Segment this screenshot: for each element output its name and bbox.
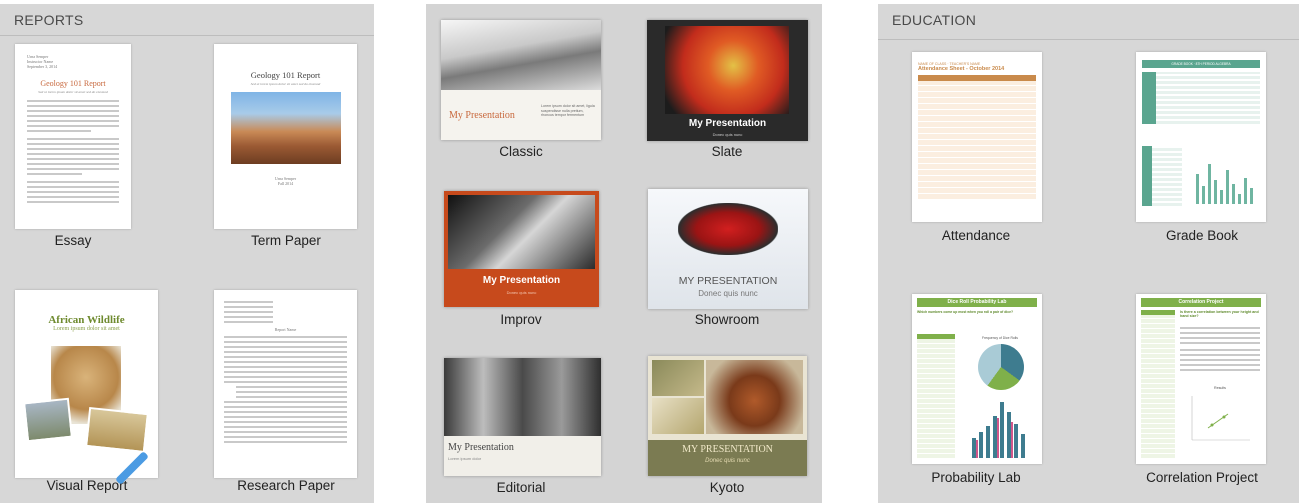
- research-paper-heading: Report Name: [274, 327, 297, 332]
- tea-leaves-photo: [652, 360, 704, 396]
- template-research-paper-thumbnail[interactable]: Report Name: [214, 290, 357, 478]
- improv-slide-title: My Presentation: [482, 275, 561, 286]
- template-grade-book-thumbnail[interactable]: GRADE BOOK · 8TH PERIOD ALGEBRA: [1136, 52, 1266, 222]
- term-paper-doc-title: Geology 101 Report: [250, 70, 321, 80]
- correlation-project-doc-subtitle: Is there a correlation between your heig…: [1180, 310, 1259, 318]
- probability-lab-table: [917, 334, 955, 458]
- template-caption-grade-book[interactable]: Grade Book: [1112, 228, 1292, 243]
- editorial-slide-subtitle: Lorem ipsum dolor: [448, 456, 482, 461]
- probability-lab-bar-chart: [972, 402, 1025, 458]
- term-paper-date: Fall 2014: [277, 181, 294, 186]
- improv-slide-subtitle: Donec quis nunc: [506, 290, 537, 295]
- grade-book-summary-table: [1142, 146, 1182, 206]
- correlation-project-scatter-chart: [1191, 396, 1250, 441]
- parrot-photo: [665, 26, 789, 114]
- teapot-photo: [706, 360, 803, 434]
- template-caption-attendance[interactable]: Attendance: [886, 228, 1066, 243]
- kyoto-slide-subtitle: Donec quis nunc: [705, 458, 750, 464]
- kids-photo: [444, 358, 601, 436]
- themes-panel: My Presentation Lorem ipsum dolor sit am…: [426, 4, 822, 503]
- bridge-photo: [441, 20, 601, 90]
- research-paper-body-text: [224, 336, 347, 443]
- correlation-project-doc-title: Correlation Project: [1141, 298, 1261, 307]
- visual-report-doc-subtitle: Lorem ipsum dolor sit amet: [53, 326, 120, 332]
- essay-body-text: [27, 100, 119, 203]
- meerkat-photo: [85, 406, 149, 454]
- template-caption-slate[interactable]: Slate: [637, 144, 817, 159]
- section-divider: [878, 39, 1299, 40]
- correlation-project-chart-label: Results: [1214, 386, 1226, 390]
- grade-book-doc-title: GRADE BOOK · 8TH PERIOD ALGEBRA: [1142, 60, 1260, 68]
- template-visual-report-thumbnail[interactable]: African Wildlife Lorem ipsum dolor sit a…: [15, 290, 158, 478]
- template-caption-editorial[interactable]: Editorial: [431, 480, 611, 495]
- template-kyoto-thumbnail[interactable]: MY PRESENTATION Donec quis nunc: [648, 356, 807, 476]
- template-caption-showroom[interactable]: Showroom: [637, 312, 817, 327]
- essay-doc-title: Geology 101 Report: [40, 79, 106, 88]
- template-caption-probability-lab[interactable]: Probability Lab: [886, 470, 1066, 485]
- probability-lab-doc-subtitle: Which numbers come up most when you roll…: [917, 310, 1014, 314]
- probability-lab-chart-label: Frequency of Dice Rolls: [982, 336, 1018, 340]
- section-title-reports: REPORTS: [14, 12, 84, 28]
- elephant-photo: [23, 397, 73, 443]
- tea-cup-photo: [652, 398, 704, 434]
- template-term-paper-thumbnail[interactable]: Geology 101 Report Sed ut lorem ipsum do…: [214, 44, 357, 229]
- template-caption-visual-report[interactable]: Visual Report: [0, 478, 177, 493]
- template-caption-term-paper[interactable]: Term Paper: [196, 233, 374, 248]
- template-classic-thumbnail[interactable]: My Presentation Lorem ipsum dolor sit am…: [441, 20, 601, 140]
- section-divider: [0, 35, 374, 36]
- template-correlation-project-thumbnail[interactable]: Correlation Project Is there a correlati…: [1136, 294, 1266, 464]
- motorcycle-photo: [678, 203, 778, 255]
- essay-doc-subtitle: Sed ut lorem ipsum dolor sit amet sed do…: [38, 90, 108, 94]
- template-probability-lab-thumbnail[interactable]: Dice Roll Probability Lab Which numbers …: [912, 294, 1042, 464]
- template-attendance-thumbnail[interactable]: NAME OF CLASS · TEACHER'S NAME Attendanc…: [912, 52, 1042, 222]
- attendance-grid: [918, 81, 1036, 199]
- template-slate-thumbnail[interactable]: My Presentation Donec quis nunc: [647, 20, 808, 141]
- education-panel: EDUCATION NAME OF CLASS · TEACHER'S NAME…: [878, 4, 1299, 503]
- reports-panel: REPORTS Urna Semper Instructor Name Sept…: [0, 4, 374, 503]
- visual-report-doc-title: African Wildlife: [48, 314, 125, 326]
- template-editorial-thumbnail[interactable]: My Presentation Lorem ipsum dolor: [444, 358, 601, 476]
- canyon-photo: [230, 92, 341, 164]
- correlation-project-text-lines: [1180, 324, 1260, 374]
- showroom-slide-title: MY PRESENTATION: [678, 275, 778, 287]
- probability-lab-pie-chart: [978, 344, 1024, 390]
- template-essay-thumbnail[interactable]: Urna Semper Instructor Name September 3,…: [15, 44, 131, 229]
- slate-slide-title: My Presentation: [688, 118, 767, 129]
- template-showroom-thumbnail[interactable]: MY PRESENTATION Donec quis nunc: [648, 189, 808, 309]
- classic-slide-title: My Presentation: [449, 110, 515, 121]
- essay-author-block: Urna Semper Instructor Name September 3,…: [27, 54, 119, 69]
- trumpet-photo: [448, 195, 595, 269]
- classic-slide-text: Lorem ipsum dolor sit amet, ligula suspe…: [541, 104, 595, 118]
- kyoto-slide-title: MY PRESENTATION: [682, 444, 773, 455]
- correlation-project-table: [1141, 310, 1175, 458]
- slate-slide-subtitle: Donec quis nunc: [712, 132, 743, 137]
- essay-author-line: September 3, 2014: [27, 64, 58, 69]
- research-paper-header-lines: [224, 301, 274, 323]
- showroom-slide-subtitle: Donec quis nunc: [698, 289, 758, 298]
- template-caption-kyoto[interactable]: Kyoto: [637, 480, 817, 495]
- template-caption-essay[interactable]: Essay: [0, 233, 163, 248]
- template-improv-thumbnail[interactable]: My Presentation Donec quis nunc: [444, 191, 599, 307]
- grade-book-table: [1142, 72, 1260, 124]
- probability-lab-doc-title: Dice Roll Probability Lab: [917, 298, 1037, 307]
- term-paper-doc-subtitle: Sed ut lorem ipsum dolor sit amet sed do…: [250, 82, 321, 86]
- grade-book-bar-chart: [1196, 164, 1253, 204]
- attendance-doc-title: Attendance Sheet - October 2014: [918, 66, 1005, 72]
- template-caption-research-paper[interactable]: Research Paper: [196, 478, 374, 493]
- template-caption-classic[interactable]: Classic: [431, 144, 611, 159]
- template-caption-correlation-project[interactable]: Correlation Project: [1112, 470, 1292, 485]
- template-caption-improv[interactable]: Improv: [431, 312, 611, 327]
- section-title-education: EDUCATION: [892, 12, 977, 28]
- editorial-slide-title: My Presentation: [448, 442, 514, 453]
